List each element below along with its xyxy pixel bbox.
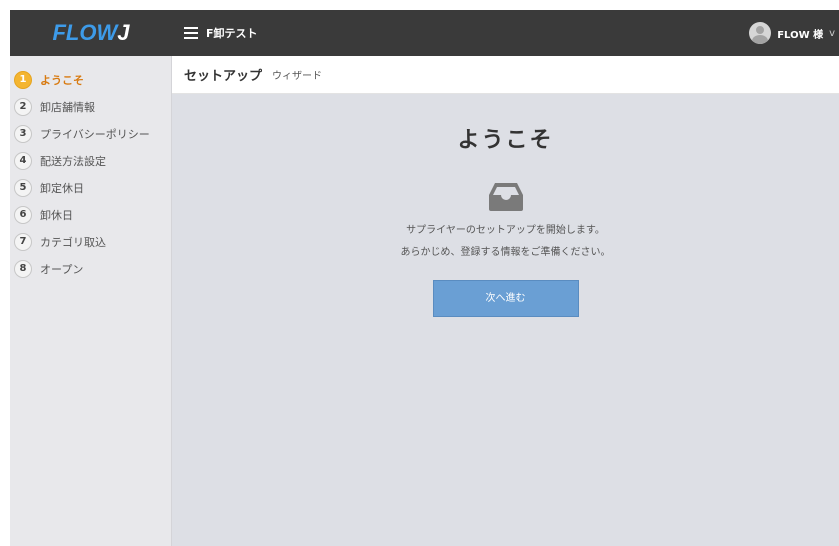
step-label: 卸店舗情報 bbox=[40, 100, 95, 114]
logo[interactable]: FLOWJ bbox=[10, 10, 172, 56]
sidebar-step-shipping-settings[interactable]: 4 配送方法設定 bbox=[10, 147, 171, 174]
description-line-1: サプライヤーのセットアップを開始します。 bbox=[406, 225, 605, 236]
welcome-heading: ようこそ bbox=[457, 128, 554, 153]
top-bar: FLOWJ F卸テスト FLOW 様 v bbox=[10, 10, 839, 56]
next-button[interactable]: 次へ進む bbox=[432, 280, 579, 317]
step-label: オープン bbox=[40, 262, 84, 276]
step-label: カテゴリ取込 bbox=[40, 235, 106, 249]
user-name: FLOW 様 bbox=[777, 29, 824, 41]
step-number: 5 bbox=[14, 178, 32, 197]
page-subtitle: ウィザード bbox=[272, 71, 323, 82]
step-label: ようこそ bbox=[40, 73, 84, 87]
hamburger-menu-icon[interactable] bbox=[184, 27, 198, 39]
inbox-tray-icon bbox=[488, 183, 523, 211]
step-label: 卸休日 bbox=[40, 208, 73, 222]
app-window: FLOWJ F卸テスト FLOW 様 v 1 ようこそ 2 卸店舗情報 3 プラ… bbox=[10, 10, 839, 546]
step-label: 卸定休日 bbox=[40, 181, 84, 195]
main-content: セットアップ ウィザード ようこそ サプライヤーのセットアップを開始します。 あ… bbox=[172, 56, 839, 546]
user-menu[interactable]: FLOW 様 v bbox=[749, 10, 839, 56]
sidebar-step-store-info[interactable]: 2 卸店舗情報 bbox=[10, 93, 171, 120]
step-number: 2 bbox=[14, 97, 32, 116]
step-number: 7 bbox=[14, 232, 32, 251]
logo-accent: J bbox=[117, 20, 130, 45]
shop-name: F卸テスト bbox=[206, 27, 258, 40]
step-number: 6 bbox=[14, 205, 32, 224]
step-number: 4 bbox=[14, 151, 32, 170]
sidebar-step-category-import[interactable]: 7 カテゴリ取込 bbox=[10, 228, 171, 255]
step-number: 3 bbox=[14, 124, 32, 143]
description-line-2: あらかじめ、登録する情報をご準備ください。 bbox=[400, 247, 611, 258]
sidebar-step-regular-holidays[interactable]: 5 卸定休日 bbox=[10, 174, 171, 201]
sidebar-step-privacy-policy[interactable]: 3 プライバシーポリシー bbox=[10, 120, 171, 147]
step-label: プライバシーポリシー bbox=[40, 127, 150, 141]
welcome-panel: ようこそ サプライヤーのセットアップを開始します。 あらかじめ、登録する情報をご… bbox=[172, 94, 839, 317]
step-number: 1 bbox=[14, 70, 32, 89]
sidebar-step-holidays[interactable]: 6 卸休日 bbox=[10, 201, 171, 228]
avatar-icon bbox=[749, 22, 772, 44]
step-list: 1 ようこそ 2 卸店舗情報 3 プライバシーポリシー 4 配送方法設定 5 卸… bbox=[10, 56, 171, 282]
step-number: 8 bbox=[14, 259, 32, 278]
chevron-down-icon: v bbox=[829, 27, 835, 39]
sidebar-step-welcome[interactable]: 1 ようこそ bbox=[10, 66, 171, 93]
sidebar-step-open[interactable]: 8 オープン bbox=[10, 255, 171, 282]
page-header: セットアップ ウィザード bbox=[172, 56, 839, 94]
logo-text: FLOW bbox=[52, 20, 118, 45]
sidebar: 1 ようこそ 2 卸店舗情報 3 プライバシーポリシー 4 配送方法設定 5 卸… bbox=[10, 56, 172, 546]
step-label: 配送方法設定 bbox=[40, 154, 106, 168]
page-title: セットアップ bbox=[184, 69, 263, 84]
